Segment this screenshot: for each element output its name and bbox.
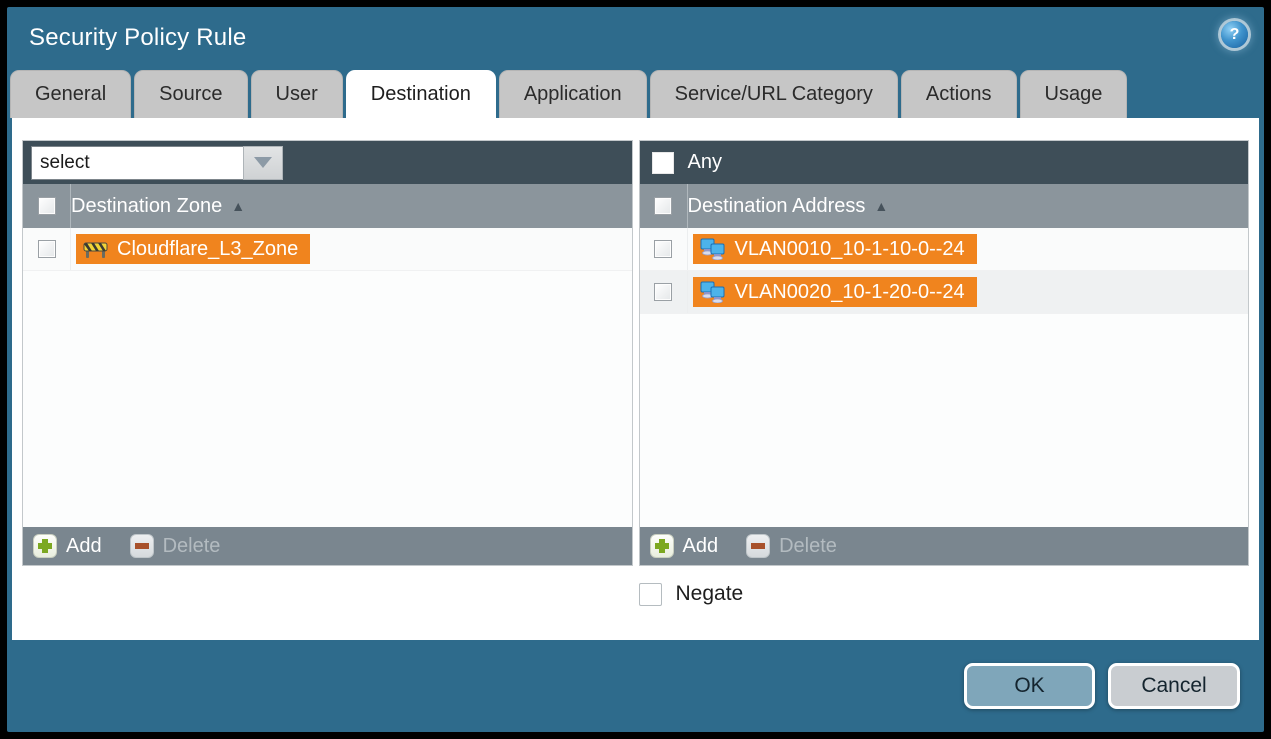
address-footer-bar: Add Delete — [640, 527, 1249, 565]
zone-select-combobox — [31, 146, 283, 180]
zone-column-header-label: Destination Zone — [71, 195, 222, 218]
tab-general[interactable]: General — [10, 70, 131, 118]
negate-row: Negate — [639, 582, 1250, 606]
address-add-label: Add — [683, 535, 719, 558]
destination-tab-content: Destination Zone ▲ — [12, 118, 1259, 640]
chevron-down-icon — [254, 157, 272, 168]
zone-select-all-cell — [23, 184, 71, 228]
tab-usage[interactable]: Usage — [1020, 70, 1128, 118]
address-column-header: Destination Address ▲ — [640, 184, 1249, 228]
zone-item-label: Cloudflare_L3_Zone — [117, 238, 298, 261]
zone-icon — [83, 240, 108, 259]
table-row: VLAN0010_10-1-10-0--24 — [640, 228, 1249, 271]
zone-add-label: Add — [66, 535, 102, 558]
sort-asc-icon[interactable]: ▲ — [874, 198, 888, 214]
address-item-vlan0020[interactable]: VLAN0020_10-1-20-0--24 — [693, 277, 977, 307]
dialog-title: Security Policy Rule — [29, 24, 246, 52]
table-row: Cloudflare_L3_Zone — [23, 228, 632, 271]
cancel-button[interactable]: Cancel — [1108, 663, 1240, 709]
ok-button[interactable]: OK — [964, 663, 1095, 709]
add-icon — [650, 534, 674, 558]
address-item-label: VLAN0020_10-1-20-0--24 — [735, 281, 965, 304]
zone-list: Cloudflare_L3_Zone — [23, 228, 632, 527]
tab-destination[interactable]: Destination — [346, 70, 496, 118]
security-policy-rule-dialog: Security Policy Rule ? General Source Us… — [7, 7, 1264, 732]
row-checkbox-cell — [23, 228, 71, 270]
tab-application[interactable]: Application — [499, 70, 647, 118]
table-row: VLAN0020_10-1-20-0--24 — [640, 271, 1249, 314]
address-column-header-label: Destination Address — [688, 195, 866, 218]
negate-checkbox[interactable] — [639, 583, 662, 606]
title-bar: Security Policy Rule ? — [7, 7, 1264, 69]
row-checkbox-cell — [640, 228, 688, 270]
address-toolbar: Any — [640, 141, 1249, 184]
help-icon[interactable]: ? — [1221, 21, 1248, 48]
zone-select-all-checkbox[interactable] — [38, 197, 56, 215]
dialog-footer: OK Cancel — [7, 640, 1264, 732]
address-delete-button[interactable]: Delete — [746, 534, 837, 558]
address-row-checkbox-1[interactable] — [654, 240, 672, 258]
zone-add-button[interactable]: Add — [33, 534, 102, 558]
address-item-vlan0010[interactable]: VLAN0010_10-1-10-0--24 — [693, 234, 977, 264]
delete-icon — [130, 534, 154, 558]
address-icon — [700, 281, 726, 303]
address-select-all-checkbox[interactable] — [654, 197, 672, 215]
address-add-button[interactable]: Add — [650, 534, 719, 558]
zone-item-cloudflare-l3-zone[interactable]: Cloudflare_L3_Zone — [76, 234, 310, 264]
zone-select-dropdown-button[interactable] — [243, 146, 283, 180]
tab-user[interactable]: User — [251, 70, 343, 118]
zone-footer-bar: Add Delete — [23, 527, 632, 565]
zone-column-header: Destination Zone ▲ — [23, 184, 632, 228]
row-checkbox-cell — [640, 271, 688, 313]
tab-service-url-category[interactable]: Service/URL Category — [650, 70, 898, 118]
address-delete-label: Delete — [779, 535, 837, 558]
zone-toolbar — [23, 141, 632, 184]
address-select-all-cell — [640, 184, 688, 228]
destination-zone-panel: Destination Zone ▲ — [22, 140, 633, 566]
zone-delete-label: Delete — [163, 535, 221, 558]
address-list: VLAN0010_10-1-10-0--24 — [640, 228, 1249, 527]
any-label: Any — [688, 151, 722, 174]
tab-source[interactable]: Source — [134, 70, 247, 118]
address-item-label: VLAN0010_10-1-10-0--24 — [735, 238, 965, 261]
zone-delete-button[interactable]: Delete — [130, 534, 221, 558]
zone-select-input[interactable] — [31, 146, 243, 180]
tab-strip: General Source User Destination Applicat… — [7, 69, 1264, 118]
add-icon — [33, 534, 57, 558]
address-icon — [700, 238, 726, 260]
any-checkbox[interactable] — [652, 152, 674, 174]
address-row-checkbox-2[interactable] — [654, 283, 672, 301]
tab-actions[interactable]: Actions — [901, 70, 1017, 118]
zone-row-checkbox[interactable] — [38, 240, 56, 258]
delete-icon — [746, 534, 770, 558]
screen: Security Policy Rule ? General Source Us… — [0, 0, 1271, 739]
negate-label: Negate — [676, 582, 744, 606]
sort-asc-icon[interactable]: ▲ — [231, 198, 245, 214]
destination-address-panel: Any Destination Address ▲ — [639, 140, 1250, 566]
